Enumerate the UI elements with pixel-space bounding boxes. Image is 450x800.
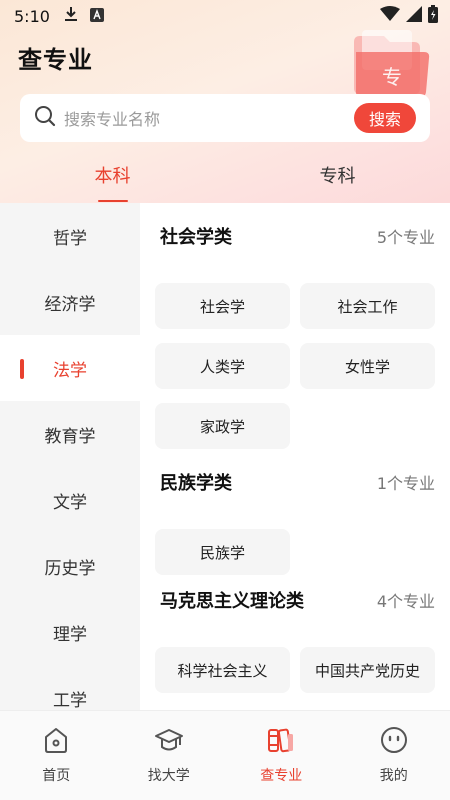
books-icon xyxy=(266,725,296,755)
category-count: 4个专业 xyxy=(376,592,435,611)
tab-junior-college[interactable]: 专科 xyxy=(225,150,450,202)
sidebar-item-philosophy[interactable]: 哲学 xyxy=(0,203,140,269)
sidebar-item-label: 工学 xyxy=(53,690,87,711)
major-chip[interactable]: 社会工作 xyxy=(300,283,435,329)
search-icon xyxy=(34,105,56,131)
wifi-icon xyxy=(380,6,400,26)
category-count: 1个专业 xyxy=(376,474,435,493)
tab-find-university[interactable]: 找大学 xyxy=(113,711,226,800)
sidebar-item-label: 哲学 xyxy=(53,228,87,249)
level-tabs: 本科 专科 xyxy=(0,150,450,202)
tab-home[interactable]: 首页 xyxy=(0,711,113,800)
tab-label: 查专业 xyxy=(260,768,303,784)
category-title: 马克思主义理论类 xyxy=(160,591,304,612)
battery-icon xyxy=(428,5,438,27)
download-icon xyxy=(64,6,78,26)
tab-label: 本科 xyxy=(94,166,131,187)
sidebar-item-label: 经济学 xyxy=(44,294,96,315)
home-icon xyxy=(41,725,71,755)
major-chip[interactable]: 科学社会主义 xyxy=(155,647,290,693)
sidebar-item-label: 文学 xyxy=(53,492,87,513)
active-indicator xyxy=(20,359,24,379)
major-chips: 科学社会主义 中国共产党历史 xyxy=(155,633,435,710)
tab-label: 专科 xyxy=(319,166,356,187)
tab-label: 我的 xyxy=(379,768,408,784)
major-chip[interactable]: 家政学 xyxy=(155,403,290,449)
category-header: 民族学类 1个专业 xyxy=(155,449,435,515)
category-marxism: 马克思主义理论类 4个专业 科学社会主义 中国共产党历史 xyxy=(140,567,450,710)
search-button[interactable]: 搜索 xyxy=(354,103,416,133)
major-chip[interactable]: 中国共产党历史 xyxy=(300,647,435,693)
sidebar-item-economics[interactable]: 经济学 xyxy=(0,269,140,335)
tab-indicator xyxy=(323,200,353,202)
major-chip[interactable]: 人类学 xyxy=(155,343,290,389)
search-input[interactable]: 搜索专业名称 xyxy=(64,106,354,130)
folder-decoration-icon: 专 xyxy=(354,30,430,102)
sidebar-item-label: 法学 xyxy=(53,360,87,381)
major-chip[interactable]: 民族学 xyxy=(155,529,290,575)
search-bar[interactable]: 搜索专业名称 搜索 xyxy=(20,94,430,142)
category-sociology: 社会学类 5个专业 社会学 社会工作 人类学 女性学 家政学 xyxy=(140,203,450,471)
sidebar-item-history[interactable]: 历史学 xyxy=(0,533,140,599)
major-chips: 社会学 社会工作 人类学 女性学 家政学 xyxy=(155,269,435,471)
graduation-cap-icon xyxy=(154,725,184,755)
tab-label: 首页 xyxy=(42,768,71,784)
smiley-icon xyxy=(379,725,409,755)
page-title: 查专业 xyxy=(18,46,93,74)
sidebar-item-label: 理学 xyxy=(53,624,87,645)
sidebar-item-engineering[interactable]: 工学 xyxy=(0,665,140,710)
category-count: 5个专业 xyxy=(376,228,435,247)
category-header: 社会学类 5个专业 xyxy=(155,203,435,269)
bottom-tab-bar: 首页 找大学 查专业 我的 xyxy=(0,710,450,800)
status-bar: 5:10 xyxy=(0,0,450,32)
sidebar-item-label: 历史学 xyxy=(44,558,96,579)
tab-label: 找大学 xyxy=(147,768,190,784)
category-title: 社会学类 xyxy=(160,227,232,248)
tab-active-indicator xyxy=(97,200,128,202)
sidebar-item-law[interactable]: 法学 xyxy=(0,335,140,401)
major-chip[interactable]: 社会学 xyxy=(155,283,290,329)
status-time: 5:10 xyxy=(14,6,50,26)
sidebar-item-literature[interactable]: 文学 xyxy=(0,467,140,533)
sidebar-item-education[interactable]: 教育学 xyxy=(0,401,140,467)
major-chip[interactable]: 女性学 xyxy=(300,343,435,389)
discipline-sidebar: 哲学 经济学 法学 教育学 文学 历史学 理学 工学 xyxy=(0,203,140,710)
tab-undergraduate[interactable]: 本科 xyxy=(0,150,225,202)
category-header: 马克思主义理论类 4个专业 xyxy=(155,567,435,633)
font-a-icon xyxy=(89,7,104,26)
category-title: 民族学类 xyxy=(160,473,232,494)
tab-mine[interactable]: 我的 xyxy=(338,711,450,800)
tab-find-major[interactable]: 查专业 xyxy=(225,711,338,800)
signal-icon xyxy=(406,6,422,26)
major-list: 社会学类 5个专业 社会学 社会工作 人类学 女性学 家政学 民族学类 1个专业… xyxy=(140,203,450,710)
sidebar-item-label: 教育学 xyxy=(44,426,96,447)
folder-deco-glyph: 专 xyxy=(382,65,402,89)
sidebar-item-science[interactable]: 理学 xyxy=(0,599,140,665)
